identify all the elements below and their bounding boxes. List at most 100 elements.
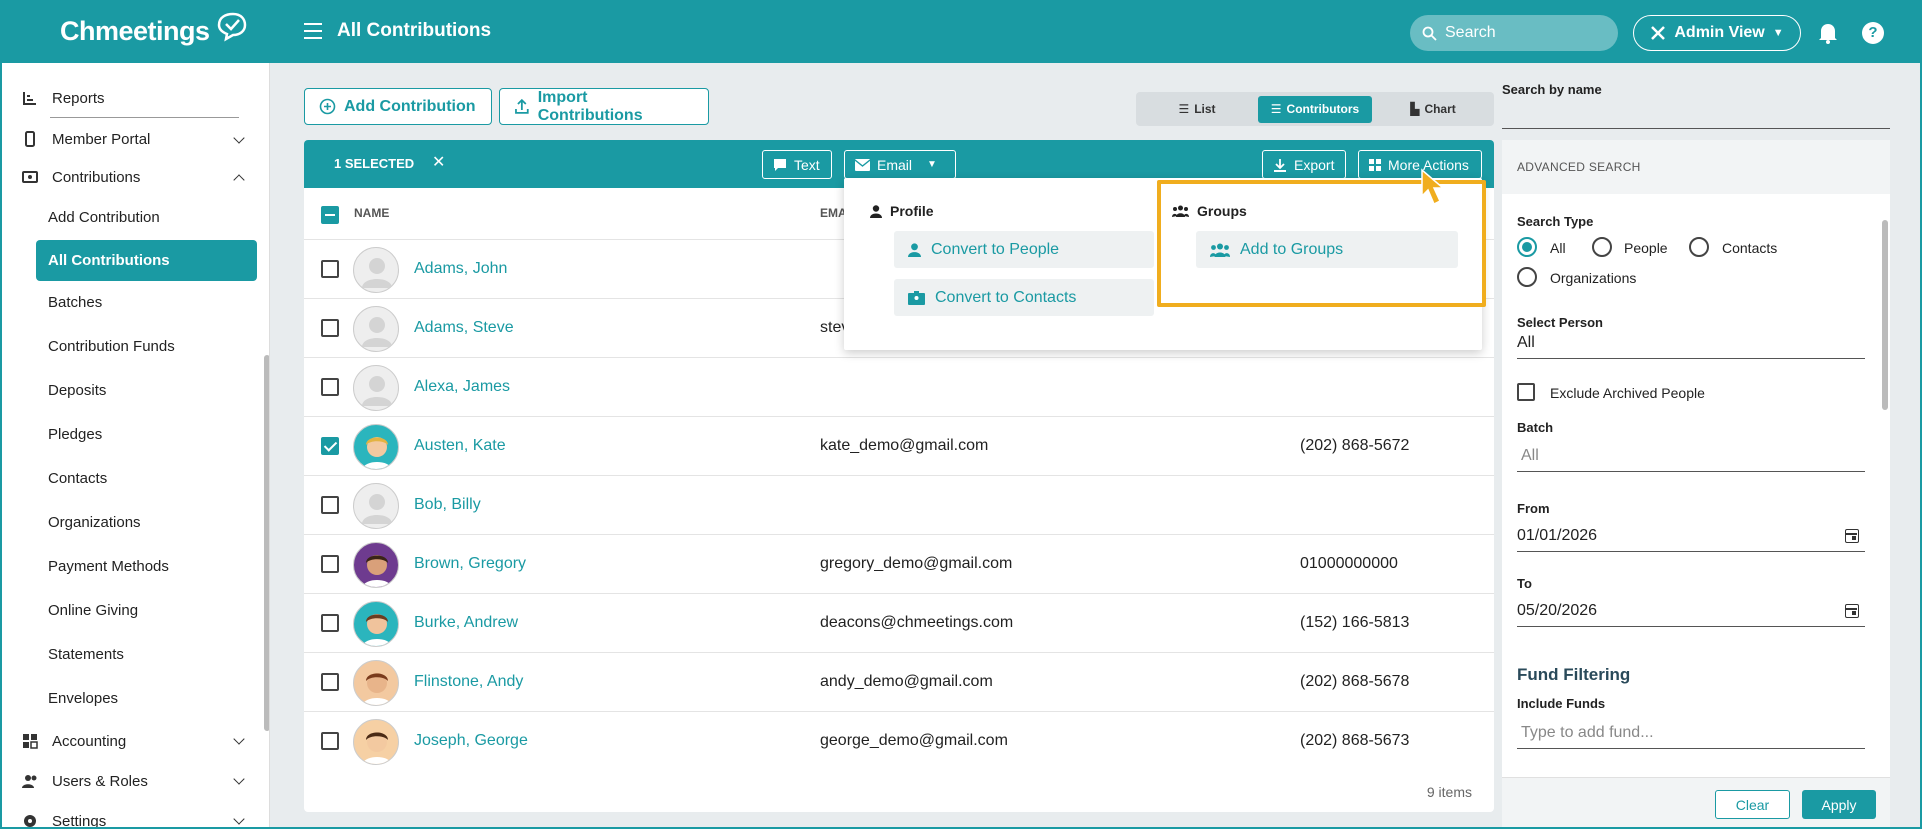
sidebar-sub-deposits[interactable]: Deposits	[2, 369, 269, 413]
exclude-archived-checkbox[interactable]	[1517, 383, 1535, 401]
table-row[interactable]: Brown, Gregory gregory_demo@gmail.com 0100…	[304, 534, 1494, 593]
contributor-name-link[interactable]: Adams, John	[414, 260, 507, 278]
contributor-name-link[interactable]: Burke, Andrew	[414, 614, 518, 632]
select-all-checkbox[interactable]	[321, 206, 339, 224]
to-date-field[interactable]: 05/20/2026	[1517, 602, 1865, 627]
avatar	[353, 719, 399, 765]
sidebar-item-contributions[interactable]: Contributions	[2, 158, 269, 196]
radio-contacts[interactable]	[1689, 237, 1709, 257]
radio-all[interactable]	[1517, 237, 1537, 257]
convert-to-people-item[interactable]: Convert to People	[894, 231, 1154, 268]
contributor-name-link[interactable]: Joseph, George	[414, 732, 528, 750]
list-icon: ☰	[1178, 102, 1190, 116]
column-header-name[interactable]: NAME	[354, 206, 389, 220]
sidebar-sub-add-contribution[interactable]: Add Contribution	[2, 196, 269, 240]
row-checkbox[interactable]	[321, 437, 339, 455]
sidebar-sub-statements[interactable]: Statements	[2, 633, 269, 677]
admin-view-button[interactable]: Admin View ▼	[1633, 15, 1801, 51]
radio-people[interactable]	[1592, 237, 1612, 257]
table-row[interactable]: Joseph, George george_demo@gmail.com (202)…	[304, 711, 1494, 770]
sidebar-sub-batches[interactable]: Batches	[2, 281, 269, 325]
email-button[interactable]: Email ▼	[844, 150, 956, 179]
sidebar-item-settings[interactable]: Settings	[2, 801, 269, 827]
view-chart-tab[interactable]: ▙ Chart	[1376, 96, 1490, 123]
clear-button[interactable]: Clear	[1715, 790, 1790, 819]
import-contributions-button[interactable]: Import Contributions	[499, 88, 709, 125]
contributor-name-link[interactable]: Brown, Gregory	[414, 555, 526, 573]
row-checkbox[interactable]	[321, 260, 339, 278]
sidebar-sub-pledges[interactable]: Pledges	[2, 413, 269, 457]
contributor-name-link[interactable]: Adams, Steve	[414, 319, 514, 337]
apply-button[interactable]: Apply	[1802, 790, 1876, 819]
batch-label: Batch	[1517, 420, 1554, 435]
view-label: Chart	[1424, 102, 1456, 116]
avatar	[353, 247, 399, 293]
admin-view-label: Admin View	[1674, 24, 1765, 41]
sidebar-item-member-portal[interactable]: Member Portal	[2, 120, 269, 158]
radio-all-label: All	[1550, 240, 1566, 256]
sidebar-sub-envelopes[interactable]: Envelopes	[2, 677, 269, 721]
bell-icon[interactable]	[1818, 22, 1838, 44]
calendar-icon[interactable]	[1845, 604, 1859, 618]
top-bar: Chmeetings All Contributions Search Admi…	[2, 2, 1920, 63]
row-checkbox[interactable]	[321, 673, 339, 691]
sidebar-sub-organizations[interactable]: Organizations	[2, 501, 269, 545]
add-contribution-button[interactable]: Add Contribution	[304, 88, 492, 125]
add-contribution-label: Add Contribution	[344, 97, 476, 115]
row-checkbox[interactable]	[321, 614, 339, 632]
contributor-name-link[interactable]: Flinstone, Andy	[414, 673, 523, 691]
table-row[interactable]: Austen, Kate kate_demo@gmail.com (202) 868…	[304, 416, 1494, 475]
advanced-search-footer: Clear Apply	[1502, 777, 1890, 827]
mobile-phone-icon	[25, 131, 35, 147]
sidebar-scrollbar[interactable]	[264, 355, 269, 731]
chat-bubble-logo-icon	[217, 12, 246, 41]
view-contributors-tab[interactable]: ☰ Contributors	[1258, 95, 1372, 123]
hamburger-menu-icon[interactable]	[304, 23, 322, 39]
column-header-email[interactable]: EMA	[820, 206, 847, 220]
row-checkbox[interactable]	[321, 319, 339, 337]
avatar	[353, 365, 399, 411]
export-button[interactable]: Export	[1262, 150, 1346, 179]
help-icon[interactable]: ?	[1862, 22, 1884, 44]
contributor-name-link[interactable]: Bob, Billy	[414, 496, 481, 514]
avatar	[353, 483, 399, 529]
global-search-input[interactable]: Search	[1410, 15, 1618, 51]
view-list-tab[interactable]: ☰ List	[1140, 96, 1254, 123]
sidebar-divider	[50, 117, 239, 118]
sidebar-sub-online-giving[interactable]: Online Giving	[2, 589, 269, 633]
include-funds-input[interactable]: Type to add fund...	[1517, 724, 1865, 749]
sidebar-sub-all-contributions[interactable]: All Contributions	[36, 240, 257, 281]
sidebar-item-users-roles[interactable]: Users & Roles	[2, 761, 269, 801]
search-by-name-input[interactable]	[1502, 128, 1890, 129]
table-row[interactable]: Burke, Andrew deacons@chmeetings.com (152)…	[304, 593, 1494, 652]
advanced-search-scrollbar[interactable]	[1882, 220, 1888, 410]
from-date-field[interactable]: 01/01/2026	[1517, 527, 1865, 552]
row-checkbox[interactable]	[321, 496, 339, 514]
sidebar-sub-contribution-funds[interactable]: Contribution Funds	[2, 325, 269, 369]
person-icon	[908, 242, 921, 257]
batch-field[interactable]: All	[1517, 447, 1865, 472]
table-row[interactable]: Flinstone, Andy andy_demo@gmail.com (202) …	[304, 652, 1494, 711]
radio-organizations[interactable]	[1517, 267, 1537, 287]
text-button[interactable]: Text	[762, 150, 832, 179]
table-row[interactable]: Bob, Billy	[304, 475, 1494, 534]
select-person-field[interactable]: All	[1517, 334, 1865, 359]
clear-selection-icon[interactable]: ✕	[432, 152, 445, 172]
calendar-icon[interactable]	[1845, 529, 1859, 543]
avatar	[353, 601, 399, 647]
sidebar-sub-payment-methods[interactable]: Payment Methods	[2, 545, 269, 589]
to-label: To	[1517, 576, 1532, 591]
to-date-value: 05/20/2026	[1517, 602, 1598, 619]
table-row[interactable]: Alexa, James	[304, 357, 1494, 416]
search-type-label: Search Type	[1517, 214, 1594, 229]
convert-to-contacts-item[interactable]: Convert to Contacts	[894, 279, 1154, 316]
sidebar-item-reports[interactable]: Reports	[2, 79, 269, 117]
contributor-name-link[interactable]: Austen, Kate	[414, 437, 506, 455]
row-checkbox[interactable]	[321, 732, 339, 750]
sidebar-item-accounting[interactable]: Accounting	[2, 721, 269, 761]
contributor-name-link[interactable]: Alexa, James	[414, 378, 510, 396]
sidebar-sub-contacts[interactable]: Contacts	[2, 457, 269, 501]
app-logo[interactable]: Chmeetings	[60, 12, 248, 47]
row-checkbox[interactable]	[321, 378, 339, 396]
row-checkbox[interactable]	[321, 555, 339, 573]
